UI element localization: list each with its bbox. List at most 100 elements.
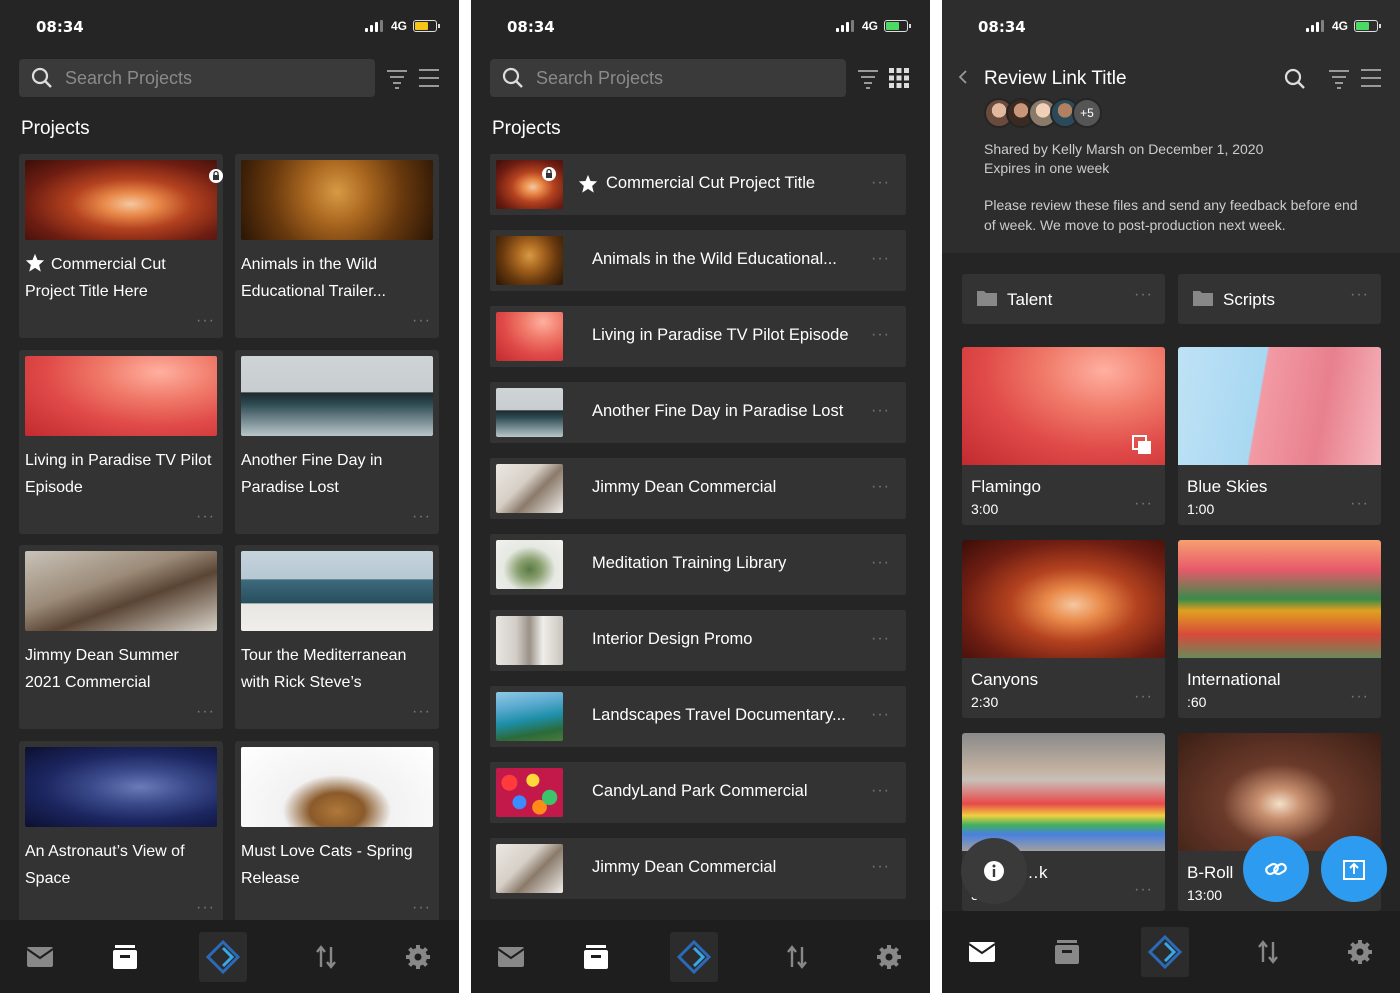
asset-thumbnail <box>1178 733 1381 851</box>
list-item[interactable]: Jimmy Dean Commercial ··· <box>490 838 906 899</box>
transfer-icon[interactable] <box>777 920 817 993</box>
project-title: Living in Paradise TV Pilot Episode <box>25 452 212 496</box>
folder-item[interactable]: Scripts ··· <box>1178 274 1381 324</box>
asset-thumbnail <box>1178 540 1381 658</box>
grid-view-icon[interactable] <box>889 68 909 88</box>
list-item[interactable]: Another Fine Day in Paradise Lost ··· <box>490 382 906 443</box>
project-card[interactable]: Tour the Mediterranean with Rick Steve’s… <box>235 545 439 729</box>
more-options-icon[interactable]: ··· <box>1134 496 1153 512</box>
more-options-icon[interactable]: ··· <box>871 175 890 191</box>
more-options-icon[interactable]: ··· <box>196 704 215 720</box>
list-view-icon[interactable] <box>418 66 440 90</box>
list-item[interactable]: Meditation Training Library ··· <box>490 534 906 595</box>
asset-card[interactable]: Flamingo 3:00 ··· <box>962 347 1165 525</box>
battery-icon <box>1354 20 1381 32</box>
project-title: Interior Design Promo <box>592 630 753 648</box>
more-options-icon[interactable]: ··· <box>871 783 890 799</box>
more-options-icon[interactable]: ··· <box>1350 287 1369 303</box>
app-logo[interactable] <box>198 920 248 993</box>
bottom-nav <box>942 911 1400 993</box>
network-label: 4G <box>1331 19 1348 33</box>
inbox-icon[interactable] <box>20 920 60 993</box>
more-options-icon[interactable]: ··· <box>196 313 215 329</box>
project-thumbnail <box>25 356 217 436</box>
upload-button[interactable] <box>1321 836 1387 902</box>
info-button[interactable] <box>961 838 1027 904</box>
project-card[interactable]: Commercial Cut Project Title Here ··· <box>19 154 223 338</box>
project-card[interactable]: Jimmy Dean Summer 2021 Commercial ··· <box>19 545 223 729</box>
settings-icon[interactable] <box>1340 911 1380 993</box>
more-options-icon[interactable]: ··· <box>196 509 215 525</box>
more-options-icon[interactable]: ··· <box>1134 689 1153 705</box>
list-item[interactable]: Animals in the Wild Educational... ··· <box>490 230 906 291</box>
filter-icon[interactable] <box>1328 66 1350 90</box>
status-bar: 08:34 4G <box>942 0 1400 52</box>
archive-icon[interactable] <box>1047 911 1087 993</box>
list-item[interactable]: Commercial Cut Project Title ··· <box>490 154 906 215</box>
list-item[interactable]: Interior Design Promo ··· <box>490 610 906 671</box>
list-item[interactable]: CandyLand Park Commercial ··· <box>490 762 906 823</box>
more-options-icon[interactable]: ··· <box>871 555 890 571</box>
list-view-icon[interactable] <box>1360 66 1382 90</box>
more-options-icon[interactable]: ··· <box>871 403 890 419</box>
list-item[interactable]: Landscapes Travel Documentary... ··· <box>490 686 906 747</box>
more-options-icon[interactable]: ··· <box>871 327 890 343</box>
filter-icon[interactable] <box>857 66 879 90</box>
more-options-icon[interactable]: ··· <box>871 631 890 647</box>
list-item[interactable]: Jimmy Dean Commercial ··· <box>490 458 906 519</box>
asset-card[interactable]: Canyons 2:30 ··· <box>962 540 1165 718</box>
app-logo[interactable] <box>1140 911 1190 993</box>
more-options-icon[interactable]: ··· <box>412 704 431 720</box>
settings-icon[interactable] <box>869 920 909 993</box>
project-card[interactable]: An Astronaut’s View of Space ··· <box>19 741 223 925</box>
projects-heading: Projects <box>21 118 90 139</box>
app-logo[interactable] <box>669 920 719 993</box>
more-options-icon[interactable]: ··· <box>412 509 431 525</box>
link-icon <box>1265 862 1287 876</box>
search-input[interactable]: Search Projects <box>490 59 846 97</box>
more-options-icon[interactable]: ··· <box>196 900 215 916</box>
archive-icon[interactable] <box>105 920 145 993</box>
more-options-icon[interactable]: ··· <box>412 900 431 916</box>
more-options-icon[interactable]: ··· <box>1134 882 1153 898</box>
project-card[interactable]: Animals in the Wild Educational Trailer.… <box>235 154 439 338</box>
project-card[interactable]: Living in Paradise TV Pilot Episode ··· <box>19 350 223 534</box>
asset-thumbnail <box>962 733 1165 851</box>
bottom-nav <box>0 920 459 993</box>
projects-grid-screen: 08:34 4G Search Projects Projects Commer… <box>0 0 459 993</box>
more-options-icon[interactable]: ··· <box>1350 689 1369 705</box>
asset-card[interactable]: Blue Skies 1:00 ··· <box>1178 347 1381 525</box>
transfer-icon[interactable] <box>306 920 346 993</box>
more-options-icon[interactable]: ··· <box>871 479 890 495</box>
lock-icon <box>542 167 556 181</box>
search-input[interactable]: Search Projects <box>19 59 375 97</box>
archive-icon[interactable] <box>576 920 616 993</box>
search-placeholder: Search Projects <box>536 68 664 88</box>
filter-icon[interactable] <box>386 66 408 90</box>
project-thumbnail <box>496 312 563 361</box>
transfer-icon[interactable] <box>1248 911 1288 993</box>
settings-icon[interactable] <box>398 920 438 993</box>
project-card[interactable]: Another Fine Day in Paradise Lost ··· <box>235 350 439 534</box>
inbox-icon[interactable] <box>491 920 531 993</box>
status-time: 08:34 <box>978 18 1026 36</box>
search-icon[interactable] <box>1284 68 1306 90</box>
more-options-icon[interactable]: ··· <box>1134 287 1153 303</box>
asset-name: Canyons <box>971 670 1039 689</box>
review-link-screen: 08:34 4G Review Link Title +5 Shared by … <box>942 0 1400 993</box>
chevron-left-icon[interactable] <box>958 70 968 84</box>
more-options-icon[interactable]: ··· <box>871 707 890 723</box>
more-options-icon[interactable]: ··· <box>1350 496 1369 512</box>
project-thumbnail <box>241 160 433 240</box>
more-options-icon[interactable]: ··· <box>871 859 890 875</box>
project-card[interactable]: Must Love Cats - Spring Release ··· <box>235 741 439 925</box>
inbox-icon[interactable] <box>962 911 1002 993</box>
copy-link-button[interactable] <box>1243 836 1309 902</box>
more-options-icon[interactable]: ··· <box>412 313 431 329</box>
more-options-icon[interactable]: ··· <box>871 251 890 267</box>
folder-item[interactable]: Talent ··· <box>962 274 1165 324</box>
list-item[interactable]: Living in Paradise TV Pilot Episode ··· <box>490 306 906 367</box>
folder-icon <box>977 291 997 306</box>
asset-card[interactable]: International :60 ··· <box>1178 540 1381 718</box>
asset-duration: 2:30 <box>971 694 999 710</box>
